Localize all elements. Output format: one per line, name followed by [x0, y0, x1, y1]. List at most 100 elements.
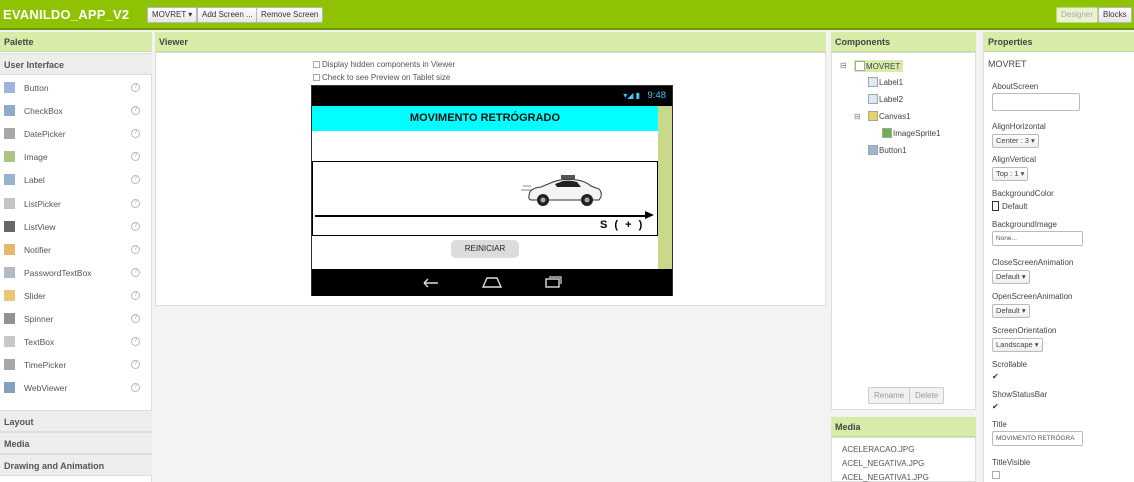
- component-tree-item[interactable]: Canvas1: [868, 111, 911, 121]
- category-layout[interactable]: Layout: [0, 410, 152, 432]
- orientation-select[interactable]: Landscape ▾: [992, 338, 1043, 352]
- tree-expander-icon[interactable]: ⊟: [840, 61, 847, 70]
- palette-item[interactable]: Spinner?: [0, 308, 152, 331]
- show-statusbar-checkbox[interactable]: ✔: [992, 403, 1000, 411]
- designer-button[interactable]: Designer: [1056, 7, 1099, 23]
- palette-item-label: PasswordTextBox: [24, 267, 92, 278]
- category-user-interface[interactable]: User Interface: [0, 53, 152, 75]
- help-icon[interactable]: ?: [131, 383, 140, 393]
- slider-icon: [4, 289, 15, 301]
- component-tree-item[interactable]: Label1: [868, 77, 903, 87]
- help-icon[interactable]: ?: [131, 360, 140, 370]
- palette-item[interactable]: Button?: [0, 77, 152, 100]
- category-media[interactable]: Media: [0, 432, 152, 454]
- component-tree-item[interactable]: Label2: [868, 94, 903, 104]
- component-tree-item[interactable]: ImageSprite1: [882, 128, 941, 138]
- component-tree-item[interactable]: Button1: [868, 145, 907, 155]
- add-screen-button[interactable]: Add Screen ...: [197, 7, 258, 23]
- component-tree-label: Button1: [879, 146, 907, 155]
- listpicker-icon: [4, 197, 15, 209]
- hidden-components-checkbox[interactable]: [313, 61, 320, 68]
- background-image-label: BackgroundImage: [992, 220, 1057, 229]
- blocks-button[interactable]: Blocks: [1098, 7, 1132, 23]
- palette-panel: Palette User Interface Button? CheckBox? D…: [0, 32, 152, 482]
- recent-apps-icon[interactable]: [542, 275, 564, 290]
- palette-item[interactable]: CheckBox?: [0, 100, 152, 123]
- media-panel: ACELERACAO.JPG ACEL_NEGATIVA.JPG ACEL_NE…: [831, 437, 976, 482]
- component-tree-item[interactable]: MOVRET: [854, 60, 904, 72]
- home-icon[interactable]: [480, 275, 504, 290]
- delete-button[interactable]: Delete: [909, 387, 945, 404]
- palette-item-label: DatePicker: [24, 129, 66, 140]
- align-vertical-select[interactable]: Top : 1 ▾: [992, 167, 1029, 181]
- help-icon[interactable]: ?: [131, 221, 140, 231]
- scrollable-checkbox[interactable]: ✔: [992, 373, 1000, 381]
- scrollable-label: Scrollable: [992, 360, 1028, 369]
- component-tree-label: Canvas1: [879, 112, 911, 121]
- phone-title-label[interactable]: MOVIMENTO RETRÓGRADO: [312, 106, 658, 131]
- about-screen-textarea[interactable]: [992, 93, 1080, 111]
- palette-item-label: Button: [24, 83, 49, 93]
- rename-button[interactable]: Rename: [868, 387, 911, 404]
- title-visible-checkbox[interactable]: [992, 471, 1000, 479]
- image-icon: [4, 151, 15, 163]
- label-icon: [868, 94, 878, 104]
- open-animation-select[interactable]: Default ▾: [992, 304, 1030, 318]
- media-item[interactable]: ACEL_NEGATIVA.JPG: [842, 459, 924, 468]
- help-icon[interactable]: ?: [131, 244, 140, 254]
- title-input[interactable]: MOVIMENTO RETRÓGRA: [992, 431, 1083, 446]
- category-drawing-animation[interactable]: Drawing and Animation: [0, 454, 152, 476]
- palette-item[interactable]: Image?: [0, 146, 152, 169]
- help-icon[interactable]: ?: [131, 267, 140, 277]
- screen-select[interactable]: MOVRET ▾: [147, 7, 198, 23]
- tree-expander-icon[interactable]: ⊟: [854, 112, 861, 121]
- open-animation-label: OpenScreenAnimation: [992, 292, 1073, 301]
- palette-item-label: Notifier: [24, 244, 51, 255]
- screen-icon: [855, 61, 865, 71]
- help-icon[interactable]: ?: [131, 152, 140, 162]
- palette-item-label: WebViewer: [24, 383, 68, 394]
- palette-item[interactable]: Slider?: [0, 285, 152, 308]
- help-icon[interactable]: ?: [131, 337, 140, 347]
- palette-item[interactable]: DatePicker?: [0, 123, 152, 146]
- password-icon: [4, 266, 15, 278]
- palette-item[interactable]: TextBox?: [0, 331, 152, 354]
- help-icon[interactable]: ?: [131, 314, 140, 323]
- help-icon[interactable]: ?: [131, 129, 140, 139]
- palette-item[interactable]: Notifier?: [0, 239, 152, 262]
- remove-screen-button[interactable]: Remove Screen: [256, 7, 324, 23]
- restart-button[interactable]: REINICIAR: [451, 240, 519, 258]
- palette-item[interactable]: WebViewer?: [0, 377, 152, 400]
- help-icon[interactable]: ?: [131, 175, 140, 185]
- button-icon: [4, 82, 15, 93]
- palette-item[interactable]: PasswordTextBox?: [0, 262, 152, 285]
- tablet-preview-toggle[interactable]: Check to see Preview on Tablet size: [313, 73, 450, 82]
- help-icon[interactable]: ?: [131, 83, 140, 92]
- tablet-preview-checkbox[interactable]: [313, 74, 320, 81]
- media-item[interactable]: ACEL_NEGATIVA1.JPG: [842, 473, 929, 482]
- palette-item[interactable]: ListPicker?: [0, 193, 152, 216]
- palette-title: Palette: [0, 32, 151, 52]
- align-horizontal-select[interactable]: Center : 3 ▾: [992, 134, 1039, 148]
- palette-item-label: Spinner: [24, 314, 54, 324]
- palette-item[interactable]: ListView?: [0, 216, 152, 239]
- help-icon[interactable]: ?: [131, 290, 140, 300]
- background-color-picker[interactable]: Default: [992, 201, 1027, 211]
- palette-item-label: TextBox: [24, 337, 55, 348]
- components-title: Components: [831, 32, 976, 52]
- back-icon[interactable]: [420, 276, 442, 290]
- help-icon[interactable]: ?: [131, 106, 140, 116]
- media-item[interactable]: ACELERACAO.JPG: [842, 445, 914, 454]
- color-swatch: [992, 201, 999, 211]
- help-icon[interactable]: ?: [131, 198, 140, 208]
- palette-item[interactable]: Label?: [0, 169, 152, 192]
- close-animation-select[interactable]: Default ▾: [992, 270, 1030, 284]
- phone-canvas[interactable]: S ( + ): [312, 161, 658, 236]
- background-image-field[interactable]: None...: [992, 231, 1083, 246]
- palette-item[interactable]: TimePicker?: [0, 354, 152, 377]
- palette-item-label: ListView: [24, 221, 56, 232]
- car-sprite-icon[interactable]: [519, 174, 603, 208]
- components-panel: ⊟ MOVRET Label1 Label2 ⊟ Canvas1 ImageSprite1 B…: [831, 52, 976, 410]
- hidden-components-toggle[interactable]: Display hidden components in Viewer: [313, 60, 455, 69]
- palette-item-label: ListPicker: [24, 198, 61, 209]
